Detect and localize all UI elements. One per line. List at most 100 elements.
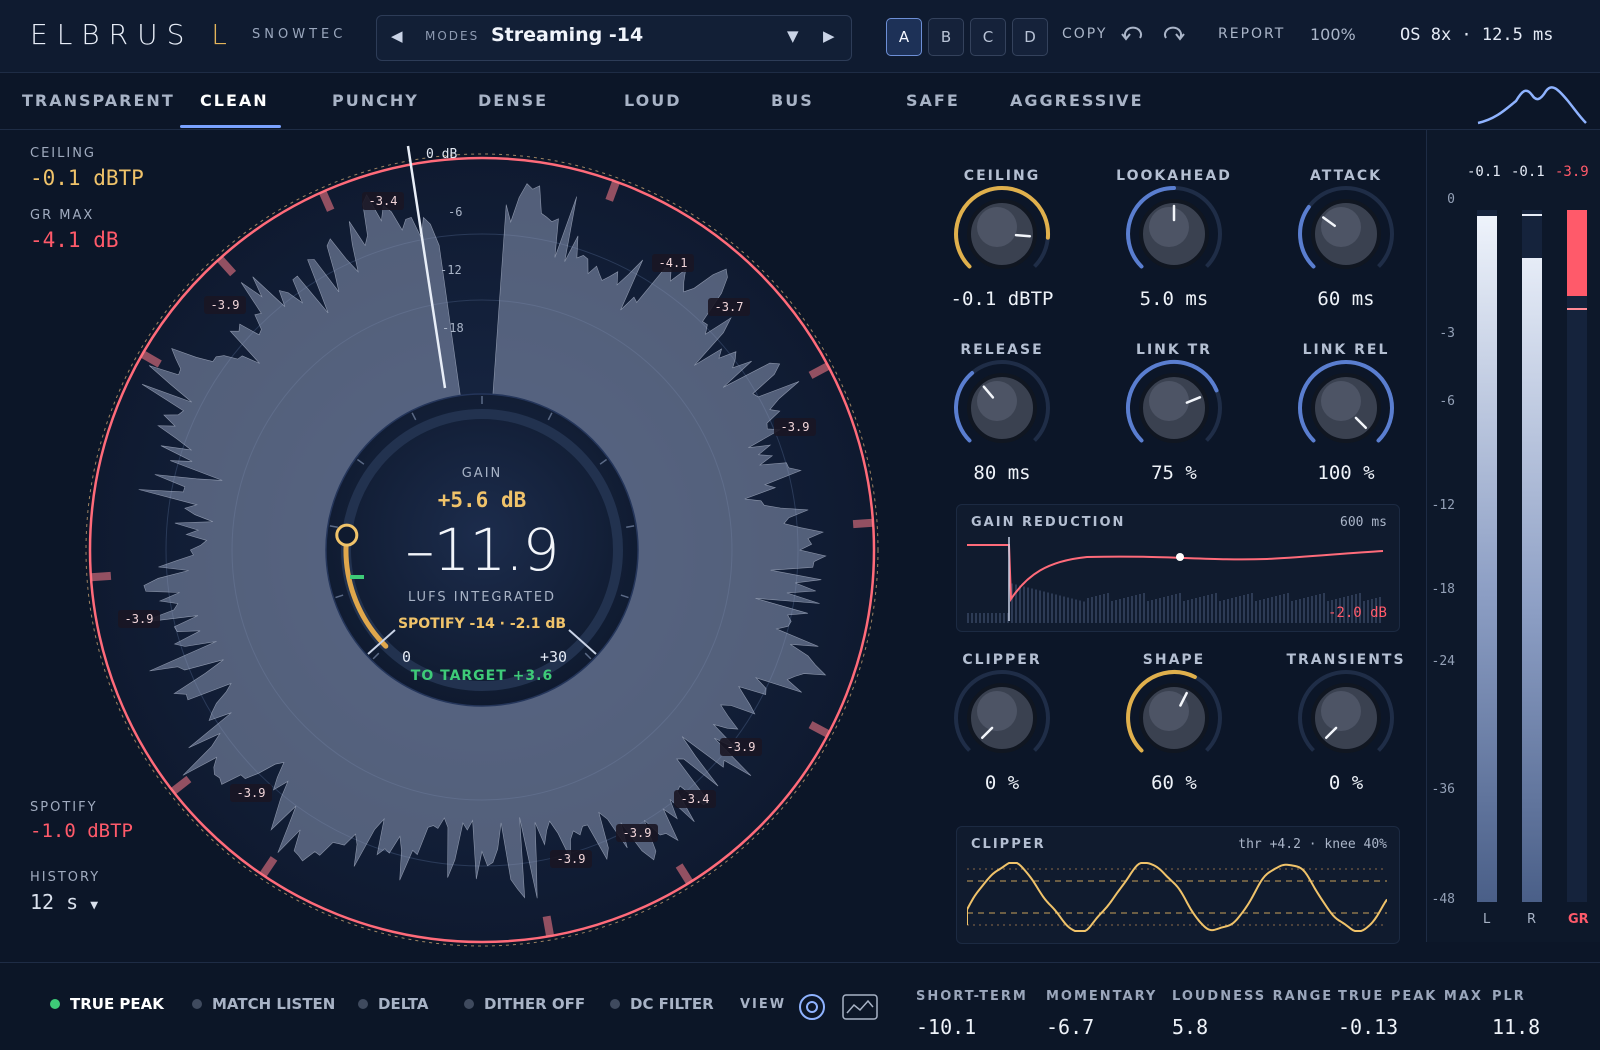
oversampling-info[interactable]: OS 8x · 12.5 ms <box>1400 25 1554 45</box>
gr-bar <box>987 613 989 623</box>
knob-shape[interactable] <box>1122 666 1226 770</box>
knob-attack[interactable] <box>1294 182 1398 286</box>
tab-safe[interactable]: SAFE <box>906 91 960 110</box>
stat-value-plr: 11.8 <box>1492 1015 1541 1039</box>
undo-icon[interactable] <box>1120 26 1146 44</box>
slot-b-button[interactable]: B <box>928 18 964 56</box>
arc-min-label: 0 <box>402 648 412 666</box>
copy-button[interactable]: COPY <box>1062 26 1107 42</box>
meter-l-track <box>1477 210 1497 902</box>
meter-scale-tick: -12 <box>1431 498 1455 513</box>
knob-value-shape: 60 % <box>1151 772 1197 794</box>
zoom-level[interactable]: 100% <box>1310 25 1356 44</box>
gr-tag: -3.7 <box>715 300 744 314</box>
gr-bar <box>1111 601 1113 623</box>
gr-bar <box>1263 599 1265 623</box>
gr-bar <box>991 613 993 623</box>
ring-label-18: -18 <box>442 321 464 335</box>
gr-bar <box>1171 595 1173 623</box>
slot-d-button[interactable]: D <box>1012 18 1048 56</box>
knob-highlight <box>977 691 1017 731</box>
vendor-name: SNOWTEC <box>252 27 347 42</box>
knob-value-ceiling: -0.1 dBTP <box>950 288 1054 310</box>
stat-value-short-term: -10.1 <box>916 1015 977 1039</box>
gr-bar <box>1155 599 1157 623</box>
knob-ceiling[interactable] <box>950 182 1054 286</box>
gr-bar <box>1143 593 1145 623</box>
meter-r-track <box>1522 210 1542 902</box>
gr-bar <box>1127 597 1129 623</box>
gr-window-length[interactable]: 600 ms <box>1340 515 1387 530</box>
tab-loud[interactable]: LOUD <box>624 91 682 110</box>
toggle-true-peak[interactable]: TRUE PEAK <box>50 995 164 1013</box>
prev-mode-icon[interactable]: ◀ <box>391 27 403 45</box>
brand-logo: ELBRUS L <box>30 18 236 51</box>
gr-bar <box>975 613 977 623</box>
knob-highlight <box>1321 381 1361 421</box>
gr-bar <box>971 613 973 623</box>
gr-bar <box>1031 588 1033 623</box>
toggle-delta[interactable]: DELTA <box>358 995 428 1013</box>
slot-c-button[interactable]: C <box>970 18 1006 56</box>
meter-l-fill <box>1477 216 1497 902</box>
peak-readout-gr: -3.9 <box>1555 164 1589 180</box>
radial-view-icon[interactable] <box>796 991 828 1023</box>
knob-value-transients: 0 % <box>1328 772 1364 794</box>
meter-scale-tick: -18 <box>1431 582 1455 597</box>
toggle-dc-filter[interactable]: DC FILTER <box>610 995 714 1013</box>
gr-event-mark <box>852 518 874 529</box>
slot-a-button[interactable]: A <box>886 18 922 56</box>
gr-tag: -4.1 <box>659 256 688 270</box>
stat-value-momentary: -6.7 <box>1046 1015 1095 1039</box>
view-label: VIEW <box>740 997 787 1012</box>
gr-tag: -3.9 <box>237 786 266 800</box>
lufs-integrated-label: LUFS INTEGRATED <box>407 590 557 605</box>
meter-gr-label: GR <box>1568 912 1589 927</box>
waveform-view-icon[interactable] <box>842 993 878 1021</box>
gr-bar <box>1291 601 1293 623</box>
tab-transparent[interactable]: TRANSPARENT <box>22 91 175 110</box>
knob-release[interactable] <box>950 356 1054 460</box>
gr-bar <box>1251 593 1253 623</box>
toggle-dither[interactable]: DITHER OFF <box>464 995 585 1013</box>
gr-bar <box>967 613 969 623</box>
gain-handle[interactable] <box>335 523 359 547</box>
tab-bus[interactable]: BUS <box>771 91 814 110</box>
gr-bar <box>1159 598 1161 623</box>
knob-clipper[interactable] <box>950 666 1054 770</box>
status-dot-icon <box>610 998 620 1009</box>
tab-clean[interactable]: CLEAN <box>200 91 269 110</box>
gr-tag: -3.9 <box>623 826 652 840</box>
gr-bar <box>1051 593 1053 623</box>
tab-aggressive[interactable]: AGGRESSIVE <box>1010 91 1144 110</box>
gr-bar <box>1307 597 1309 623</box>
mode-selector[interactable]: ◀ MODES Streaming -14 ▼ ▶ <box>376 15 852 61</box>
next-mode-icon[interactable]: ▶ <box>823 27 835 45</box>
tab-dense[interactable]: DENSE <box>478 91 548 110</box>
gr-bar <box>1259 600 1261 623</box>
tab-punchy[interactable]: PUNCHY <box>332 91 419 110</box>
gr-bar <box>1319 594 1321 623</box>
report-button[interactable]: REPORT <box>1218 26 1285 42</box>
toggle-match-listen[interactable]: MATCH LISTEN <box>192 995 335 1013</box>
mode-value: Streaming -14 <box>491 24 644 46</box>
gr-bar <box>1095 596 1097 623</box>
status-dot-icon <box>192 998 202 1009</box>
gr-bar <box>1211 594 1213 623</box>
knob-link-rel[interactable] <box>1294 356 1398 460</box>
gr-bar <box>1103 594 1105 623</box>
redo-icon[interactable] <box>1160 26 1186 44</box>
chevron-down-icon[interactable]: ▼ <box>787 27 799 45</box>
knob-link-tr[interactable] <box>1122 356 1226 460</box>
gr-bar <box>1227 599 1229 623</box>
clipper-params: thr +4.2 · knee 40% <box>1238 837 1387 852</box>
knob-lookahead[interactable] <box>1122 182 1226 286</box>
clipper-waveform <box>967 862 1387 932</box>
gr-bar <box>1075 599 1077 623</box>
gr-bar <box>1139 594 1141 623</box>
gr-bar <box>1271 597 1273 623</box>
gr-point[interactable] <box>1176 553 1184 561</box>
knob-transients[interactable] <box>1294 666 1398 770</box>
spectrum-mini-icon[interactable] <box>1476 79 1588 127</box>
gr-bar <box>1223 600 1225 623</box>
